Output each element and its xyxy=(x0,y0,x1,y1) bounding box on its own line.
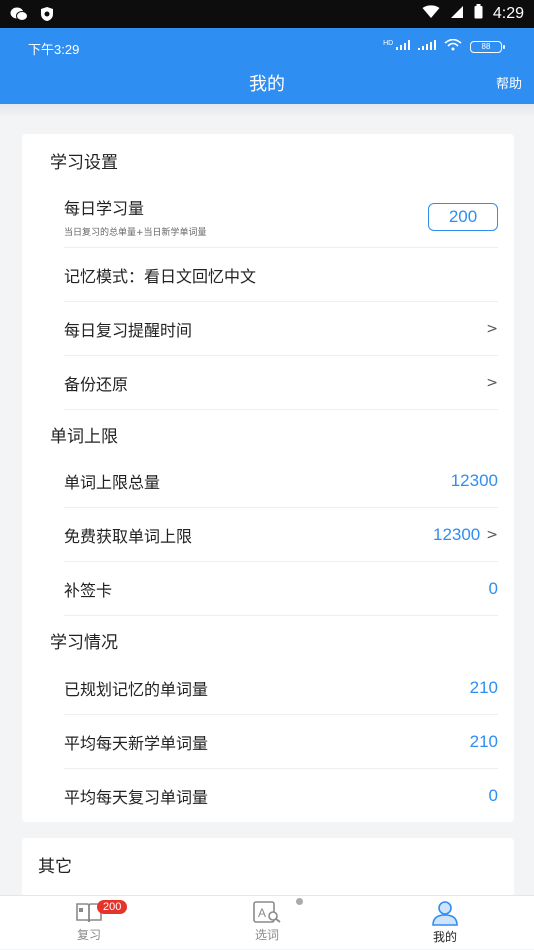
wifi-icon xyxy=(444,38,462,54)
system-status-bar: 4:29 xyxy=(0,0,534,28)
daily-amount-input[interactable]: 200 xyxy=(428,202,498,231)
daily-amount-row: 每日学习量 当日复习的总单量+当日新学单词量 200 xyxy=(64,186,498,248)
section-title-other: 其它 xyxy=(38,857,72,877)
section-title-study-settings: 学习设置 xyxy=(50,153,118,173)
tab-select-words[interactable]: A 选词 xyxy=(217,896,317,950)
header-shadow xyxy=(0,104,534,118)
word-limit-total-value: 12300 xyxy=(450,470,498,490)
word-limit-total-row: 单词上限总量 12300 xyxy=(64,454,498,508)
signal-icon xyxy=(450,5,464,24)
page-title: 我的 xyxy=(249,74,285,95)
memory-mode-row[interactable]: 记忆模式：看日文回忆中文 xyxy=(64,248,498,302)
planned-words-row: 已规划记忆的单词量 210 xyxy=(64,661,498,715)
settings-card: 学习设置 每日学习量 当日复习的总单量+当日新学单词量 200 记忆模式：看日文… xyxy=(22,134,514,822)
wechat-icon xyxy=(10,5,28,23)
reminder-time-row[interactable]: 每日复习提醒时间 > xyxy=(64,302,498,356)
battery-icon xyxy=(474,4,483,24)
word-limit-total-label: 单词上限总量 xyxy=(64,472,161,492)
chevron-right-icon: > xyxy=(486,320,498,337)
bottom-tab-bar: 200 复习 A 选词 我的 xyxy=(0,895,534,949)
planned-words-label: 已规划记忆的单词量 xyxy=(64,679,209,699)
svg-text:A: A xyxy=(258,906,266,920)
backup-restore-label: 备份还原 xyxy=(64,374,129,394)
hd-signal-icon: HD xyxy=(383,40,410,53)
tab-review[interactable]: 200 复习 xyxy=(39,896,139,950)
dictionary-search-icon: A xyxy=(253,901,281,923)
daily-amount-label: 每日学习量 xyxy=(64,199,145,218)
person-icon xyxy=(432,901,458,926)
chevron-right-icon: > xyxy=(486,526,498,543)
signal-bars-icon xyxy=(418,40,436,53)
inner-status-icons: HD 88 xyxy=(383,38,505,54)
inner-status-time: 下午3:29 xyxy=(28,42,80,57)
tab-select-words-label: 选词 xyxy=(254,928,279,942)
battery-indicator: 88 xyxy=(470,40,505,53)
free-word-limit-value: 12300 xyxy=(432,524,481,544)
tab-mine[interactable]: 我的 xyxy=(395,896,495,950)
free-word-limit-label: 免费获取单词上限 xyxy=(64,526,193,546)
avg-new-words-label: 平均每天新学单词量 xyxy=(64,733,209,753)
app-header: 下午3:29 HD 88 我的 帮助 xyxy=(0,28,534,104)
section-title-word-limit: 单词上限 xyxy=(50,427,118,447)
reminder-time-label: 每日复习提醒时间 xyxy=(64,320,193,340)
help-button[interactable]: 帮助 xyxy=(496,73,522,92)
tab-review-label: 复习 xyxy=(76,928,101,942)
system-time: 4:29 xyxy=(492,5,524,22)
tab-mine-label: 我的 xyxy=(432,930,457,944)
memory-mode-label: 记忆模式：看日文回忆中文 xyxy=(64,266,257,286)
avg-new-words-value: 210 xyxy=(469,731,498,751)
daily-amount-sub: 当日复习的总单量+当日新学单词量 xyxy=(64,228,207,238)
indicator-dot xyxy=(296,898,303,905)
chevron-right-icon: > xyxy=(486,374,498,391)
section-title-study-status: 学习情况 xyxy=(50,633,118,653)
shield-icon xyxy=(38,5,56,23)
avg-review-words-value: 0 xyxy=(488,786,498,805)
makeup-card-value: 0 xyxy=(488,578,498,598)
backup-restore-row[interactable]: 备份还原 > xyxy=(64,356,498,410)
free-word-limit-row[interactable]: 免费获取单词上限 12300 > xyxy=(64,508,498,562)
avg-review-words-row: 平均每天复习单词量 0 xyxy=(64,769,498,823)
avg-review-words-label: 平均每天复习单词量 xyxy=(64,788,209,807)
makeup-card-row[interactable]: 补签卡 0 xyxy=(64,562,498,616)
planned-words-value: 210 xyxy=(469,677,498,697)
makeup-card-label: 补签卡 xyxy=(64,580,113,600)
avg-new-words-row: 平均每天新学单词量 210 xyxy=(64,715,498,769)
wifi-icon xyxy=(422,4,440,24)
review-count-badge: 200 xyxy=(97,900,128,914)
